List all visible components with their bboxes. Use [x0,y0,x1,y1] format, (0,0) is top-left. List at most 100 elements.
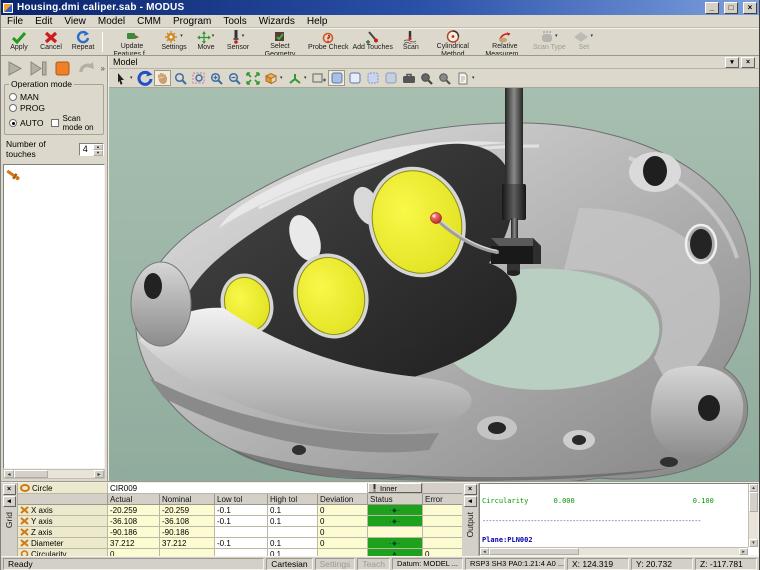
update-features-button[interactable]: Update Features f... [106,30,158,54]
shaded-view-icon[interactable] [328,70,345,86]
zoom-icon[interactable] [172,70,189,86]
undo-move-button[interactable] [75,58,98,79]
zoom-window-icon[interactable] [190,70,207,86]
scan-type-button[interactable]: ▾ Scan Type [531,30,568,54]
menu-model[interactable]: Model [92,15,131,28]
radio-prog-control[interactable] [9,104,17,112]
stop-button[interactable] [51,58,74,79]
section-dropdown-icon[interactable]: ▾ [280,75,285,81]
table-row-diameter[interactable]: Diameter 37.212 37.212 -0.1 0.1 0 -◆- [18,538,468,549]
touches-spinner[interactable]: 4 ▲▼ [79,143,104,156]
move-button[interactable]: ▾ Move [190,30,222,54]
zoom-out-icon[interactable] [226,70,243,86]
maximize-button[interactable]: □ [724,2,738,14]
menu-program[interactable]: Program [167,15,217,28]
scroll-left-icon[interactable]: ◂ [480,548,489,555]
select-geometry-button[interactable]: Select Geometry [254,30,306,54]
play-to-end-button[interactable] [27,58,50,79]
toolbox-icon[interactable] [400,70,417,86]
add-view-icon[interactable] [310,70,327,86]
scroll-thumb[interactable] [749,492,758,512]
menu-view[interactable]: View [58,15,92,28]
zoom-in-icon[interactable] [208,70,225,86]
table-row-x-axis[interactable]: X axis -20.259 -20.259 -0.1 0.1 0 -◆- [18,505,468,516]
output-close-icon[interactable]: × [464,484,477,495]
3d-viewport[interactable] [109,88,759,481]
scroll-down-icon[interactable]: ▾ [749,539,758,547]
probe-check-button[interactable]: Probe Check [306,30,350,54]
report-dropdown-icon[interactable]: ▾ [472,75,477,81]
table-row-z-axis[interactable]: Z axis -90.186 -90.186 0 [18,527,468,538]
scroll-right-icon[interactable]: ▸ [739,548,748,555]
inner-button[interactable]: Inner [368,483,422,493]
cancel-button[interactable]: Cancel [35,30,67,54]
pan-hand-icon[interactable] [154,70,171,86]
touches-value[interactable]: 4 [80,144,93,155]
scan-mode-checkbox[interactable] [51,119,59,127]
table-row-y-axis[interactable]: Y axis -36.108 -36.108 -0.1 0.1 0 -◆- [18,516,468,527]
panel-close-button[interactable]: × [741,57,755,68]
output-text-area[interactable]: Circularity 0.000 0.100 ----------------… [479,483,759,556]
hidden-line-view-icon[interactable] [364,70,381,86]
feature-name-cell[interactable]: CIR009 [108,483,368,494]
tree-horizontal-scrollbar[interactable]: ◂ ▸ [3,469,105,479]
sensor-button[interactable]: ▾ Sensor [222,30,254,54]
scroll-left-icon[interactable]: ◂ [4,470,14,478]
scroll-right-icon[interactable]: ▸ [94,470,104,478]
scroll-thumb[interactable] [14,470,48,478]
menu-tools[interactable]: Tools [217,15,252,28]
radio-auto-control[interactable] [9,119,17,127]
menu-wizards[interactable]: Wizards [253,15,301,28]
toolbar-overflow-chevron[interactable]: » [101,64,105,73]
radio-man-control[interactable] [9,93,17,101]
csys-dropdown-icon[interactable]: ▾ [304,75,309,81]
status-cartesian-button[interactable]: Cartesian [266,558,312,570]
play-button[interactable] [3,58,26,79]
feature-row[interactable]: Circle CIR009 Inner [18,483,468,494]
apply-button[interactable]: Apply [3,30,35,54]
csys-axis-icon[interactable] [286,70,303,86]
scroll-up-icon[interactable]: ▴ [749,484,758,492]
scan-mode-checkbox-row[interactable]: Scan mode on [51,114,100,132]
find-feature-icon[interactable] [418,70,435,86]
wireframe-view-icon[interactable] [346,70,363,86]
radio-man[interactable]: MAN [9,92,100,102]
status-settings-button[interactable]: Settings [315,558,356,570]
tree-item-probe[interactable] [6,167,102,183]
grid-collapse-icon[interactable]: ◂ [3,496,16,507]
scroll-thumb[interactable] [489,548,579,555]
output-horizontal-scrollbar[interactable]: ◂ ▸ [480,547,748,555]
program-tree[interactable] [3,164,105,469]
transparent-view-icon[interactable] [382,70,399,86]
scan-button[interactable]: Scan [395,30,427,54]
output-collapse-icon[interactable]: ◂ [464,496,477,507]
output-tab-label[interactable]: Output [465,512,475,538]
repeat-button[interactable]: Repeat [67,30,99,54]
report-view-icon[interactable] [454,70,471,86]
settings-button[interactable]: ▾ Settings [158,30,190,54]
add-touches-button[interactable]: Add Touches [350,30,394,54]
relative-measurement-button[interactable]: Relative Measurem... [479,30,531,54]
menu-file[interactable]: File [1,15,29,28]
select-cursor-icon[interactable] [112,70,129,86]
menu-edit[interactable]: Edit [29,15,58,28]
fit-view-icon[interactable] [244,70,261,86]
radio-auto[interactable]: AUTO [9,118,43,128]
menu-cmm[interactable]: CMM [131,15,167,28]
minimize-button[interactable]: _ [705,2,719,14]
set-button[interactable]: ▾ Set [568,30,600,54]
grid-tab-label[interactable]: Grid [4,512,14,528]
spinner-down-icon[interactable]: ▼ [93,150,103,156]
rotate-view-icon[interactable] [136,70,153,86]
table-row-circularity[interactable]: Circularity 0 0.1 ▲ 0 [18,549,468,556]
cursor-dropdown-icon[interactable]: ▾ [130,75,135,81]
status-teach-button[interactable]: Teach [357,558,390,570]
cylindrical-method-button[interactable]: Cylindrical Method [427,30,479,54]
menu-help[interactable]: Help [301,15,334,28]
output-vertical-scrollbar[interactable]: ▴ ▾ [748,484,758,547]
grid-close-icon[interactable]: × [3,484,16,495]
section-box-icon[interactable] [262,70,279,86]
find-point-icon[interactable] [436,70,453,86]
radio-prog[interactable]: PROG [9,103,100,113]
close-button[interactable]: × [743,2,757,14]
